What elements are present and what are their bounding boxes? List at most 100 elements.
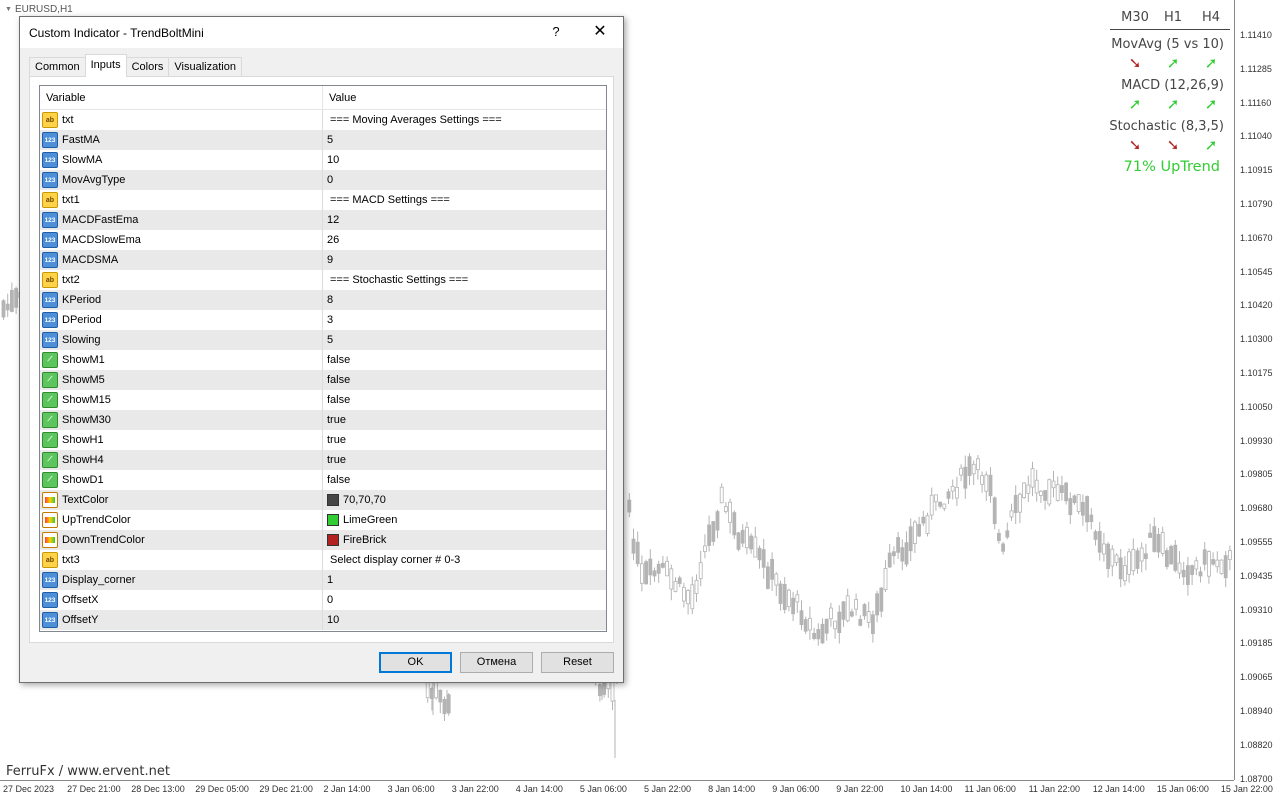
value-cell[interactable]: 9 [323, 250, 606, 270]
input-row[interactable]: 123 MovAvgType 0 [40, 170, 606, 190]
input-row[interactable]: 123 MACDSMA 9 [40, 250, 606, 270]
variable-value: === Moving Averages Settings === [330, 114, 502, 126]
input-row[interactable]: DownTrendColor FireBrick [40, 530, 606, 550]
value-cell[interactable]: === Stochastic Settings === [323, 270, 606, 290]
input-row[interactable]: 123 Slowing 5 [40, 330, 606, 350]
candle-body [1043, 490, 1047, 501]
value-cell[interactable]: 5 [323, 330, 606, 350]
value-cell[interactable]: 5 [323, 130, 606, 150]
variable-value: 5 [327, 134, 334, 146]
value-cell[interactable]: 0 [323, 170, 606, 190]
value-cell[interactable]: 3 [323, 310, 606, 330]
input-row[interactable]: ab txt3 Select display corner # 0-3 [40, 550, 606, 570]
value-cell[interactable]: 70,70,70 [323, 490, 606, 510]
input-row[interactable]: 123 Display_corner 1 [40, 570, 606, 590]
close-button[interactable]: ✕ [586, 21, 614, 43]
value-cell[interactable]: 10 [323, 610, 606, 630]
input-row[interactable]: ⟋ ShowM30 true [40, 410, 606, 430]
input-row[interactable]: ⟋ ShowM15 false [40, 390, 606, 410]
tab-colors[interactable]: Colors [125, 57, 170, 77]
integer-type-icon: 123 [42, 312, 58, 328]
column-header-value[interactable]: Value [323, 86, 356, 109]
indicator-name: MACD (12,26,9) [1121, 78, 1224, 93]
value-cell[interactable]: 8 [323, 290, 606, 310]
value-cell[interactable]: 0 [323, 590, 606, 610]
price-scale[interactable]: 1.11410 1.11285 1.11160 1.11040 1.10915 1.107… [1234, 0, 1280, 784]
column-header-variable[interactable]: Variable [40, 86, 323, 109]
candle-body [1068, 498, 1073, 516]
candle-body [1005, 530, 1010, 538]
integer-type-icon: 123 [42, 132, 58, 148]
grid-rows: ab txt === Moving Averages Settings === 123… [40, 110, 606, 630]
time-tick: 3 Jan 06:00 [387, 784, 435, 794]
dialog-titlebar[interactable]: Custom Indicator - TrendBoltMini ? ✕ [20, 17, 623, 48]
value-cell[interactable]: === Moving Averages Settings === [323, 110, 606, 130]
input-row[interactable]: 123 OffsetY 10 [40, 610, 606, 630]
time-scale[interactable]: 27 Dec 2023 27 Dec 21:00 28 Dec 13:00 29 De… [0, 780, 1273, 800]
reset-button[interactable]: Reset [541, 652, 614, 673]
tab-inputs[interactable]: Inputs [84, 54, 127, 77]
price-tick: 1.10915 [1240, 165, 1273, 176]
value-cell[interactable]: 10 [323, 150, 606, 170]
input-row[interactable]: 123 FastMA 5 [40, 130, 606, 150]
candle-body [913, 521, 917, 544]
candle-body [1, 300, 6, 318]
input-row[interactable]: UpTrendColor LimeGreen [40, 510, 606, 530]
candle-body [862, 604, 867, 617]
input-row[interactable]: TextColor 70,70,70 [40, 490, 606, 510]
input-row[interactable]: ab txt1 === MACD Settings === [40, 190, 606, 210]
input-row[interactable]: ab txt === Moving Averages Settings === [40, 110, 606, 130]
value-cell[interactable]: false [323, 390, 606, 410]
value-cell[interactable]: Select display corner # 0-3 [323, 550, 606, 570]
variable-name: ShowH1 [62, 434, 104, 446]
variable-value: 12 [327, 214, 340, 226]
input-row[interactable]: ⟋ ShowH1 true [40, 430, 606, 450]
value-cell[interactable]: 1 [323, 570, 606, 590]
candle-body [934, 494, 938, 503]
value-cell[interactable]: 26 [323, 230, 606, 250]
input-row[interactable]: 123 KPeriod 8 [40, 290, 606, 310]
input-row[interactable]: ⟋ ShowH4 true [40, 450, 606, 470]
candle-body [711, 521, 716, 542]
value-cell[interactable]: false [323, 370, 606, 390]
variable-cell: ⟋ ShowM1 [40, 350, 323, 370]
tab-common[interactable]: Common [29, 57, 86, 77]
help-button[interactable]: ? [544, 21, 568, 43]
value-cell[interactable]: false [323, 470, 606, 490]
variable-value: 10 [327, 614, 340, 626]
input-row[interactable]: 123 DPeriod 3 [40, 310, 606, 330]
value-cell[interactable]: false [323, 350, 606, 370]
variable-value: false [327, 394, 351, 406]
candle-body [896, 537, 900, 553]
candle-body [1202, 549, 1207, 565]
input-row[interactable]: 123 MACDFastEma 12 [40, 210, 606, 230]
value-cell[interactable]: true [323, 430, 606, 450]
input-row[interactable]: ⟋ ShowD1 false [40, 470, 606, 490]
input-row[interactable]: ⟋ ShowM1 false [40, 350, 606, 370]
variable-name: ShowM15 [62, 394, 111, 406]
tab-visualization[interactable]: Visualization [168, 57, 242, 77]
input-row[interactable]: 123 SlowMA 10 [40, 150, 606, 170]
input-row[interactable]: 123 MACDSlowEma 26 [40, 230, 606, 250]
ok-button[interactable]: OK [379, 652, 452, 673]
time-tick: 29 Dec 05:00 [195, 784, 249, 794]
value-cell[interactable]: LimeGreen [323, 510, 606, 530]
collapse-triangle-icon[interactable]: ▼ [5, 6, 12, 13]
value-cell[interactable]: 12 [323, 210, 606, 230]
variable-cell: ⟋ ShowH1 [40, 430, 323, 450]
cancel-button[interactable]: Отмена [460, 652, 533, 673]
symbol-text: EURUSD,H1 [14, 4, 73, 15]
value-cell[interactable]: true [323, 450, 606, 470]
candle-body [1215, 559, 1220, 568]
candle-body [1110, 548, 1115, 567]
value-cell[interactable]: true [323, 410, 606, 430]
dialog-tabs: Common Inputs Colors Visualization [29, 54, 242, 77]
input-row[interactable]: ab txt2 === Stochastic Settings === [40, 270, 606, 290]
candle-body [976, 458, 980, 471]
input-row[interactable]: ⟋ ShowM5 false [40, 370, 606, 390]
value-cell[interactable]: === MACD Settings === [323, 190, 606, 210]
candle-body [446, 694, 451, 714]
value-cell[interactable]: FireBrick [323, 530, 606, 550]
input-row[interactable]: 123 OffsetX 0 [40, 590, 606, 610]
candle-body [803, 619, 808, 632]
